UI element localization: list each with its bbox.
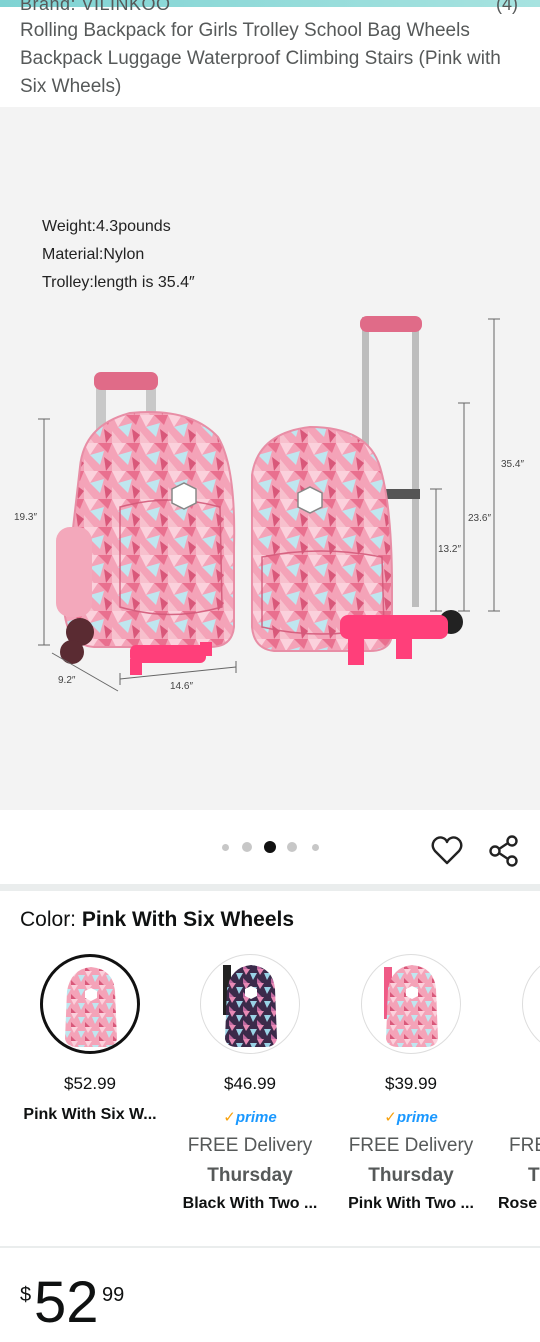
swatch-thumbnail xyxy=(200,954,300,1054)
free-delivery-label: FREE Delivery xyxy=(187,1135,313,1156)
wishlist-button[interactable] xyxy=(430,834,464,868)
carousel-dot[interactable] xyxy=(242,842,252,852)
prime-check-icon: ✓ xyxy=(384,1109,397,1126)
rating-count[interactable]: (4) xyxy=(496,0,518,15)
color-swatch-pink-six-wheels[interactable]: $52.99 Pink With Six W... xyxy=(10,952,170,1222)
swatch-price: $46.99 xyxy=(224,1074,276,1093)
backpack-thumbnail-icon xyxy=(223,965,277,1047)
backpack-illustration xyxy=(38,316,500,692)
color-swatch-pink-two-wheels[interactable]: $39.99 ✓prime FREE Delivery Thursday Pin… xyxy=(331,952,491,1222)
heart-icon xyxy=(431,836,463,865)
dim-height-label: 19.3″ xyxy=(14,512,38,523)
color-swatch-black-two-wheels[interactable]: $46.99 ✓prime FREE Delivery Thursday Bla… xyxy=(170,952,330,1222)
carousel-dot[interactable] xyxy=(312,844,319,851)
brand-link[interactable]: Brand: VILINKOO xyxy=(20,0,171,15)
swatch-price: $39.99 xyxy=(385,1074,437,1093)
swatch-name: Black With Two ... xyxy=(182,1195,318,1212)
price-fraction: 99 xyxy=(102,1284,125,1306)
carousel-dot[interactable] xyxy=(287,842,297,852)
free-delivery-label: FRE xyxy=(509,1135,540,1156)
color-label-prefix: Color: xyxy=(20,908,82,931)
delivery-day: Thursday xyxy=(368,1165,454,1186)
product-image[interactable]: Weight:4.3pounds Material:Nylon Trolley:… xyxy=(0,107,540,810)
dim-mid-label: 23.6″ xyxy=(468,513,492,524)
carousel-dot-active[interactable] xyxy=(264,841,276,853)
free-delivery-label: FREE Delivery xyxy=(348,1135,474,1156)
delivery-day: T xyxy=(528,1165,540,1186)
section-divider xyxy=(0,884,540,891)
dim-depth-label: 9.2″ xyxy=(58,675,76,686)
carousel-dot[interactable] xyxy=(222,844,229,851)
backpack-thumbnail-icon xyxy=(65,967,117,1047)
selected-color: Pink With Six Wheels xyxy=(81,908,295,931)
swatch-name: Rose xyxy=(498,1195,538,1212)
color-label: Color: Pink With Six Wheels xyxy=(20,908,294,932)
prime-badge: ✓prime xyxy=(331,1108,491,1126)
dim-width-label: 14.6″ xyxy=(170,681,194,692)
backpack-thumbnail-icon xyxy=(384,965,438,1047)
price-whole: 52 xyxy=(34,1270,99,1335)
product-title: Rolling Backpack for Girls Trolley Schoo… xyxy=(20,20,501,97)
color-swatch-rose[interactable]: FRE T Rose xyxy=(492,952,540,1222)
swatch-thumbnail xyxy=(522,954,540,1054)
swatch-name: Pink With Two ... xyxy=(348,1195,474,1212)
swatch-thumbnail xyxy=(40,954,140,1054)
swatch-price: $52.99 xyxy=(64,1074,116,1093)
prime-badge: ✓prime xyxy=(170,1108,330,1126)
section-divider xyxy=(0,1246,540,1248)
share-icon xyxy=(489,835,518,867)
price-currency: $ xyxy=(20,1284,32,1306)
prime-label: prime xyxy=(235,1109,277,1126)
swatch-name: Pink With Six W... xyxy=(23,1106,157,1123)
dim-total-label: 35.4″ xyxy=(501,459,525,470)
swatch-thumbnail xyxy=(361,954,461,1054)
dim-low-label: 13.2″ xyxy=(438,544,462,555)
prime-label: prime xyxy=(396,1109,438,1126)
delivery-day: Thursday xyxy=(207,1165,293,1186)
prime-check-icon: ✓ xyxy=(223,1109,236,1126)
share-button[interactable] xyxy=(487,834,521,868)
